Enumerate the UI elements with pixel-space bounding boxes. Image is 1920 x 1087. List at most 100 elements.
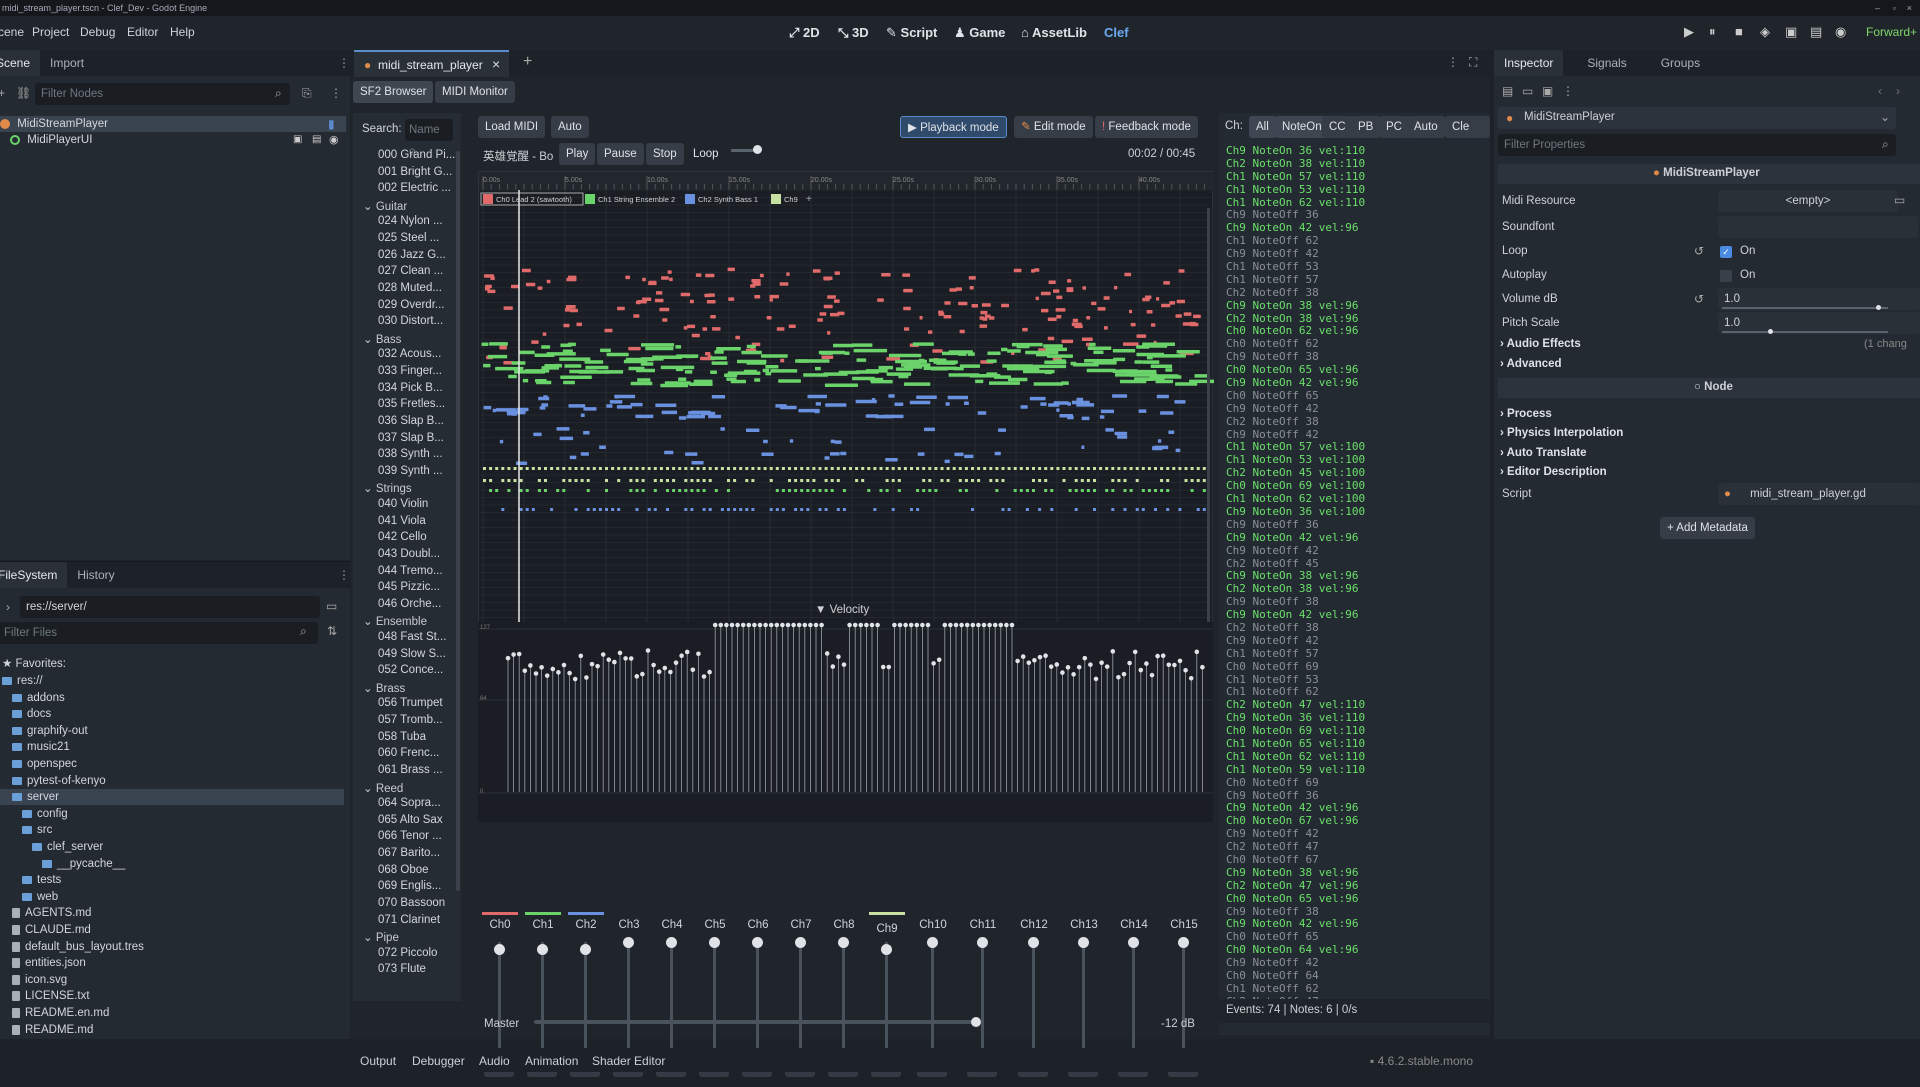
minimize-icon[interactable]: –: [1875, 0, 1880, 16]
history-back-icon[interactable]: ‹: [1878, 84, 1882, 98]
stop-project-icon[interactable]: ■: [1735, 24, 1743, 39]
midi-resource-field[interactable]: <empty>: [1718, 190, 1898, 212]
renderer-select[interactable]: Forward+: [1866, 25, 1917, 39]
pause-project-icon[interactable]: ⏸: [1709, 24, 1716, 40]
fader-knob[interactable]: [795, 937, 806, 948]
audio-effects-group[interactable]: › Audio Effects: [1500, 338, 1581, 350]
tab-audio[interactable]: Audio: [479, 1054, 510, 1068]
preset-item[interactable]: 069 Englis...: [378, 880, 441, 892]
add-metadata-button[interactable]: + Add Metadata: [1660, 517, 1755, 539]
channel-fader[interactable]: [981, 942, 984, 1057]
tab-output[interactable]: Output: [360, 1054, 396, 1068]
tab-scene[interactable]: Scene: [0, 50, 41, 76]
preset-item[interactable]: 032 Acous...: [378, 348, 441, 360]
auto-translate-group[interactable]: › Auto Translate: [1500, 447, 1587, 459]
preset-item[interactable]: 072 Piccolo: [378, 947, 437, 959]
preset-item[interactable]: 037 Slap B...: [378, 432, 444, 444]
file-item[interactable]: AGENTS.md: [12, 905, 91, 921]
split-view-icon[interactable]: ▭: [326, 599, 337, 613]
preset-item[interactable]: 029 Overdr...: [378, 299, 444, 311]
channel-fader[interactable]: [541, 942, 544, 1057]
folder-item[interactable]: __pycache__: [42, 856, 125, 872]
add-tab-icon[interactable]: +: [523, 53, 532, 71]
filter-auto[interactable]: Auto: [1407, 116, 1445, 138]
preset-item[interactable]: 052 Conce...: [378, 664, 443, 676]
preset-item[interactable]: 025 Steel ...: [378, 232, 439, 244]
preset-item[interactable]: 073 Flute: [378, 963, 426, 975]
preset-item[interactable]: 041 Viola: [378, 515, 426, 527]
preset-item[interactable]: 042 Cello: [378, 531, 427, 543]
velocity-canvas[interactable]: 127 64 0: [478, 622, 1213, 822]
advanced-group[interactable]: › Advanced: [1500, 358, 1562, 370]
folder-item[interactable]: addons: [12, 690, 65, 706]
preset-item[interactable]: 034 Pick B...: [378, 382, 443, 394]
preset-item[interactable]: 065 Alto Sax: [378, 814, 443, 826]
fader-knob[interactable]: [666, 937, 677, 948]
preset-item[interactable]: 061 Brass ...: [378, 764, 443, 776]
remote-debug-icon[interactable]: ◈: [1760, 24, 1770, 40]
preset-item[interactable]: 056 Trumpet: [378, 697, 443, 709]
soundfont-field[interactable]: [1718, 216, 1918, 238]
workspace-game[interactable]: ♟ Game: [954, 25, 1005, 41]
menu-editor[interactable]: Editor: [127, 25, 158, 39]
feedback-mode-button[interactable]: ! Feedback mode: [1095, 116, 1198, 138]
chevron-right-icon[interactable]: ›: [6, 600, 10, 614]
preset-item[interactable]: 026 Jazz G...: [378, 249, 446, 261]
load-midi-button[interactable]: Load MIDI: [478, 116, 546, 138]
close-icon[interactable]: ×: [492, 56, 500, 72]
new-resource-icon[interactable]: ▤: [1502, 84, 1513, 98]
add-node-icon[interactable]: +: [0, 86, 5, 100]
channel-fader[interactable]: [756, 942, 759, 1057]
process-group[interactable]: › Process: [1500, 408, 1552, 420]
tab-debugger[interactable]: Debugger: [412, 1054, 465, 1068]
script-icon-node[interactable]: ▤: [312, 134, 321, 145]
tab-sf2-browser[interactable]: SF2 Browser: [353, 81, 434, 103]
preset-category[interactable]: ⌄ Bass: [363, 332, 401, 346]
auto-button[interactable]: Auto: [551, 116, 589, 138]
history-forward-icon[interactable]: ›: [1896, 84, 1900, 98]
velocity-header[interactable]: ▼ Velocity: [815, 604, 869, 616]
tab-filesystem[interactable]: FileSystem: [0, 562, 68, 588]
node-selector[interactable]: ● MidiStreamPlayer ⌄: [1498, 107, 1896, 129]
preset-search-input[interactable]: Name o: [405, 119, 453, 158]
scene-tab[interactable]: ● midi_stream_player ×: [354, 50, 509, 77]
sort-icon[interactable]: ⇅: [327, 624, 337, 638]
script-field[interactable]: ● midi_stream_player.gd: [1718, 483, 1920, 505]
options-icon[interactable]: ⋮: [1562, 84, 1574, 98]
preset-category[interactable]: ⌄ Strings: [363, 481, 412, 495]
tab-midi-monitor[interactable]: MIDI Monitor: [435, 81, 515, 103]
menu-scene[interactable]: Scene: [0, 25, 24, 39]
maximize-icon[interactable]: ▫: [1893, 0, 1896, 16]
preset-item[interactable]: 068 Oboe: [378, 864, 429, 876]
preset-item[interactable]: 036 Slap B...: [378, 415, 444, 427]
channel-fader[interactable]: [627, 942, 630, 1057]
scene-options-icon[interactable]: ⋮: [330, 86, 342, 100]
preset-item[interactable]: 058 Tuba: [378, 731, 426, 743]
preset-item[interactable]: 043 Doubl...: [378, 548, 440, 560]
preset-scrollbar[interactable]: [456, 151, 460, 891]
tab-inspector[interactable]: Inspector: [1494, 50, 1564, 76]
more-icon[interactable]: ⋮: [1447, 55, 1459, 69]
channel-fader[interactable]: [931, 942, 934, 1057]
channel-fader[interactable]: [670, 942, 673, 1057]
fader-knob[interactable]: [1128, 937, 1139, 948]
folder-item[interactable]: clef_server: [32, 839, 103, 855]
file-item[interactable]: default_bus_layout.tres: [12, 939, 144, 955]
channel-fader[interactable]: [1082, 942, 1085, 1057]
menu-project[interactable]: Project: [32, 25, 69, 39]
velocity-lane[interactable]: 127 64 0: [478, 622, 1213, 822]
filter-pb[interactable]: PB: [1351, 116, 1381, 138]
folder-item[interactable]: web: [22, 889, 58, 905]
event-log[interactable]: Ch9 NoteOn 36 vel:110 Ch2 NoteOn 38 vel:1…: [1226, 145, 1488, 1005]
tree-node-child[interactable]: MidiPlayerUI: [10, 132, 92, 148]
preset-item[interactable]: 035 Fretles...: [378, 398, 445, 410]
tab-shader-editor[interactable]: Shader Editor: [592, 1054, 665, 1068]
close-window-icon[interactable]: ×: [1907, 0, 1912, 16]
path-input[interactable]: res://server/: [20, 596, 320, 618]
file-item[interactable]: icon.svg: [12, 972, 67, 988]
physics-group[interactable]: › Physics Interpolation: [1500, 427, 1623, 439]
preset-item[interactable]: 040 Violin: [378, 498, 428, 510]
preset-item[interactable]: 071 Clarinet: [378, 914, 440, 926]
workspace-3d[interactable]: ⤡ 3D: [838, 25, 869, 41]
filter-nodes-input[interactable]: Filter Nodes: [35, 83, 290, 105]
